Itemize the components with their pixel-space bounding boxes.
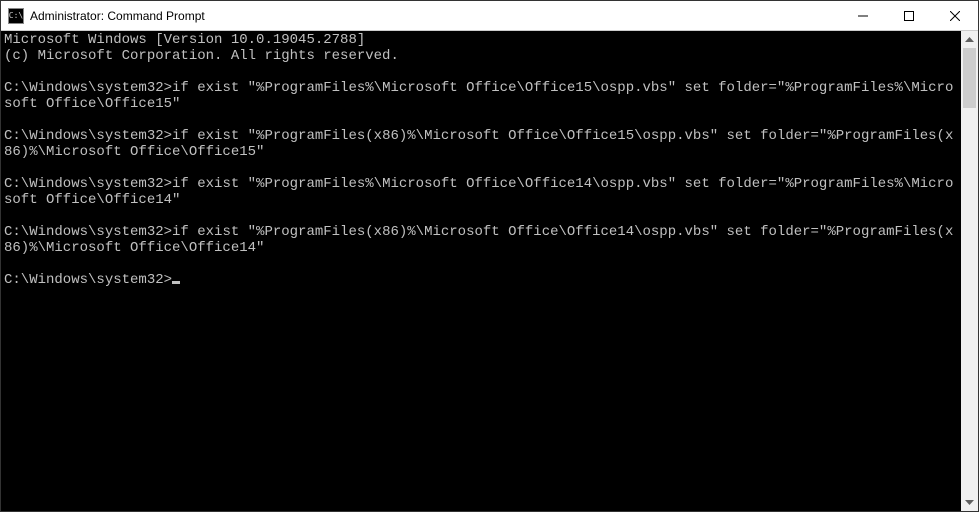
- command-line: C:\Windows\system32>if exist "%ProgramFi…: [4, 224, 961, 256]
- terminal-container: Microsoft Windows [Version 10.0.19045.27…: [1, 31, 978, 511]
- terminal-output[interactable]: Microsoft Windows [Version 10.0.19045.27…: [1, 31, 961, 511]
- blank-line: [4, 64, 961, 80]
- cmd-icon: C:\: [8, 8, 24, 24]
- prompt: C:\Windows\system32>: [4, 176, 172, 192]
- blank-line: [4, 160, 961, 176]
- prompt: C:\Windows\system32>: [4, 128, 172, 144]
- scroll-down-button[interactable]: [961, 494, 978, 511]
- scroll-up-button[interactable]: [961, 31, 978, 48]
- scrollbar-track[interactable]: [961, 48, 978, 494]
- command-line: C:\Windows\system32>if exist "%ProgramFi…: [4, 176, 961, 208]
- cursor: [172, 281, 180, 284]
- prompt: C:\Windows\system32>: [4, 80, 172, 96]
- window-title: Administrator: Command Prompt: [30, 9, 840, 23]
- vertical-scrollbar[interactable]: [961, 31, 978, 511]
- titlebar[interactable]: C:\ Administrator: Command Prompt: [1, 1, 978, 31]
- prompt: C:\Windows\system32>: [4, 272, 172, 288]
- blank-line: [4, 208, 961, 224]
- close-button[interactable]: [932, 1, 978, 30]
- maximize-button[interactable]: [886, 1, 932, 30]
- current-prompt-line: C:\Windows\system32>: [4, 272, 961, 288]
- blank-line: [4, 256, 961, 272]
- command-line: C:\Windows\system32>if exist "%ProgramFi…: [4, 80, 961, 112]
- command-line: C:\Windows\system32>if exist "%ProgramFi…: [4, 128, 961, 160]
- minimize-button[interactable]: [840, 1, 886, 30]
- blank-line: [4, 112, 961, 128]
- banner-line: (c) Microsoft Corporation. All rights re…: [4, 48, 961, 64]
- prompt: C:\Windows\system32>: [4, 224, 172, 240]
- scrollbar-thumb[interactable]: [963, 48, 976, 108]
- window-controls: [840, 1, 978, 30]
- banner-line: Microsoft Windows [Version 10.0.19045.27…: [4, 32, 961, 48]
